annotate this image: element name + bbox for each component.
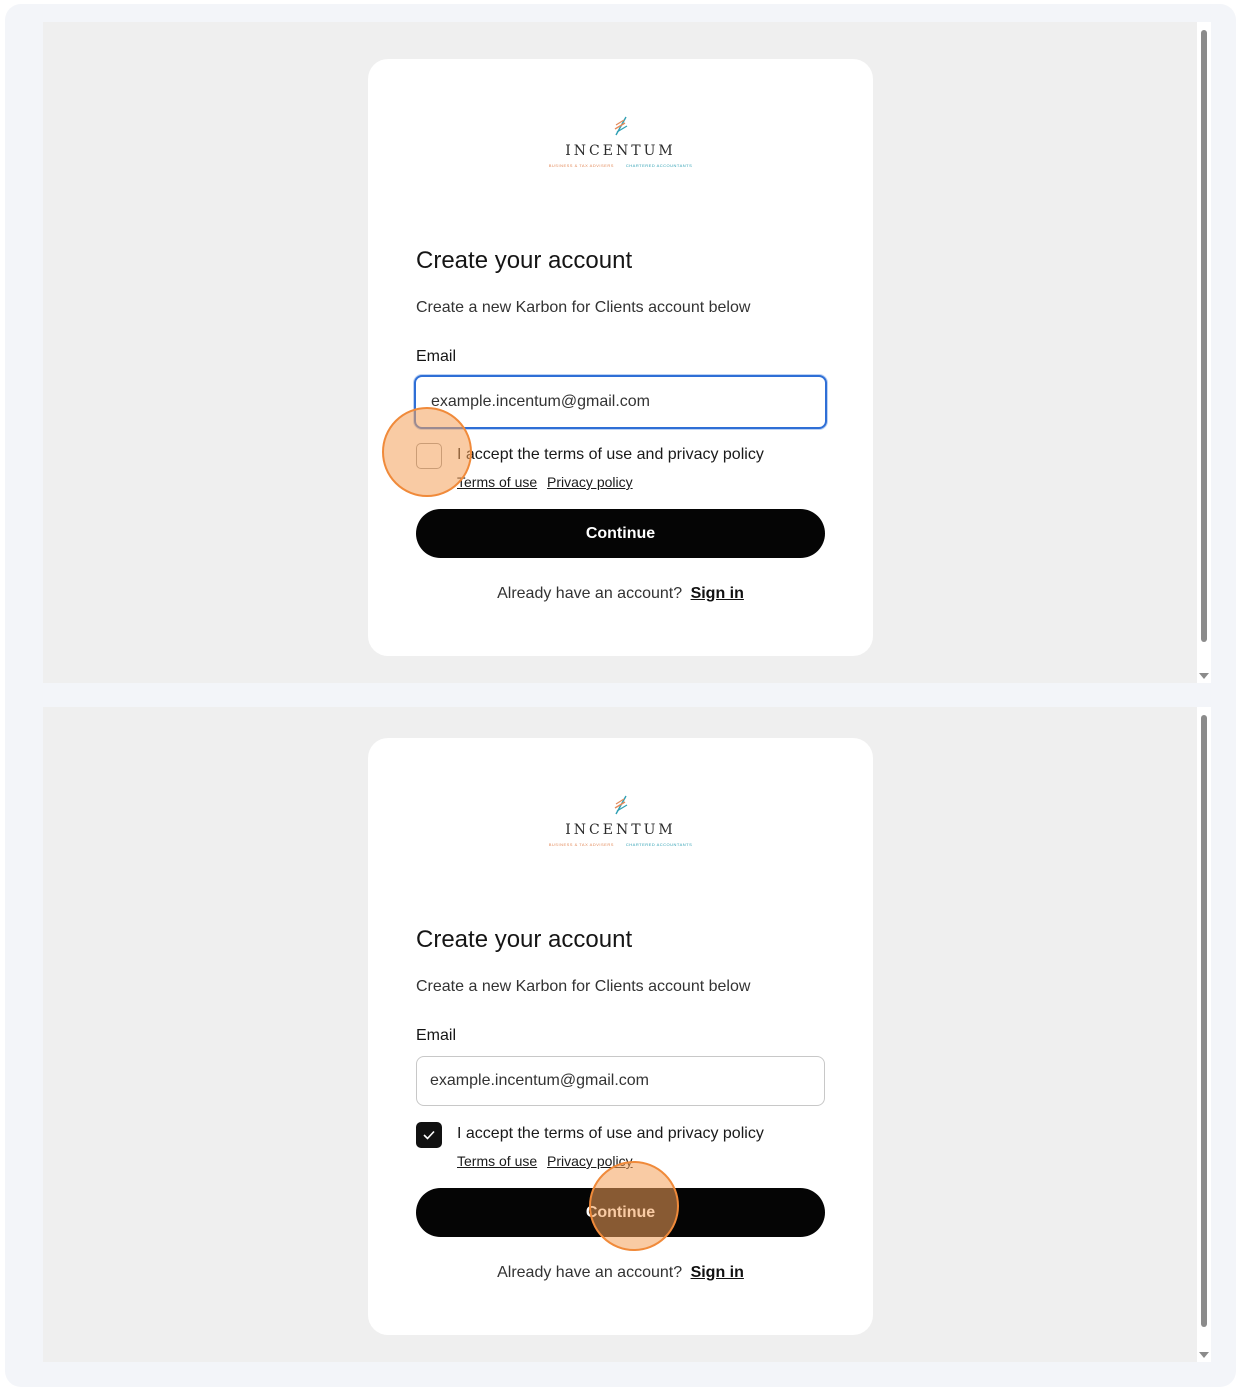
page-subtitle: Create a new Karbon for Clients account … <box>416 299 751 316</box>
privacy-policy-link[interactable]: Privacy policy <box>547 1153 633 1169</box>
logo-mark-icon <box>614 116 627 136</box>
continue-button[interactable]: Continue <box>416 1188 825 1237</box>
email-label: Email <box>416 1027 457 1044</box>
privacy-policy-link[interactable]: Privacy policy <box>547 474 633 490</box>
incentum-logo: INCENTUM BUSINESS & TAX ADVISERS CHARTER… <box>368 115 873 187</box>
legal-links: Terms of use Privacy policy <box>457 1153 639 1169</box>
logo-wordmark: INCENTUM <box>565 143 676 159</box>
browser-frame-step-1: INCENTUM BUSINESS & TAX ADVISERS CHARTER… <box>43 22 1211 683</box>
scroll-down-arrow-icon[interactable] <box>1199 673 1209 679</box>
terms-checkbox[interactable] <box>416 1122 442 1148</box>
scrollbar-thumb[interactable] <box>1201 715 1207 1327</box>
logo-tagline-left: BUSINESS & TAX ADVISERS <box>548 842 614 847</box>
signin-row: Already have an account? Sign in <box>368 1264 873 1282</box>
logo-tagline-left: BUSINESS & TAX ADVISERS <box>548 163 614 168</box>
scroll-down-arrow-icon[interactable] <box>1199 1352 1209 1358</box>
logo-mark-icon <box>614 795 627 815</box>
legal-links: Terms of use Privacy policy <box>457 474 639 490</box>
signin-link[interactable]: Sign in <box>691 1264 744 1281</box>
page-title: Create your account <box>416 926 633 953</box>
incentum-logo: INCENTUM BUSINESS & TAX ADVISERS CHARTER… <box>368 794 873 866</box>
terms-of-use-link[interactable]: Terms of use <box>457 474 537 490</box>
continue-button[interactable]: Continue <box>416 509 825 558</box>
browser-frame-step-2: INCENTUM BUSINESS & TAX ADVISERS CHARTER… <box>43 707 1211 1362</box>
email-label: Email <box>416 348 457 365</box>
signin-link[interactable]: Sign in <box>691 585 744 602</box>
page-subtitle: Create a new Karbon for Clients account … <box>416 978 751 995</box>
email-field[interactable] <box>416 1056 825 1106</box>
signin-prompt: Already have an account? <box>497 585 683 602</box>
logo-tagline-right: CHARTERED ACCOUNTANTS <box>625 842 693 847</box>
logo-tagline-right: CHARTERED ACCOUNTANTS <box>625 163 693 168</box>
terms-of-use-link[interactable]: Terms of use <box>457 1153 537 1169</box>
checkmark-icon <box>423 1130 435 1140</box>
email-field[interactable] <box>414 375 827 429</box>
screenshot-collage: INCENTUM BUSINESS & TAX ADVISERS CHARTER… <box>5 4 1236 1387</box>
signin-prompt: Already have an account? <box>497 1264 683 1281</box>
logo-wordmark: INCENTUM <box>565 822 676 838</box>
vertical-scrollbar[interactable] <box>1197 707 1211 1362</box>
page-title: Create your account <box>416 247 633 274</box>
scrollbar-thumb[interactable] <box>1201 30 1207 642</box>
terms-checkbox[interactable] <box>416 443 442 469</box>
signin-row: Already have an account? Sign in <box>368 585 873 603</box>
signup-card: INCENTUM BUSINESS & TAX ADVISERS CHARTER… <box>368 59 873 656</box>
vertical-scrollbar[interactable] <box>1197 22 1211 683</box>
terms-checkbox-label: I accept the terms of use and privacy po… <box>457 1125 764 1142</box>
signup-card: INCENTUM BUSINESS & TAX ADVISERS CHARTER… <box>368 738 873 1335</box>
terms-checkbox-label: I accept the terms of use and privacy po… <box>457 446 764 463</box>
